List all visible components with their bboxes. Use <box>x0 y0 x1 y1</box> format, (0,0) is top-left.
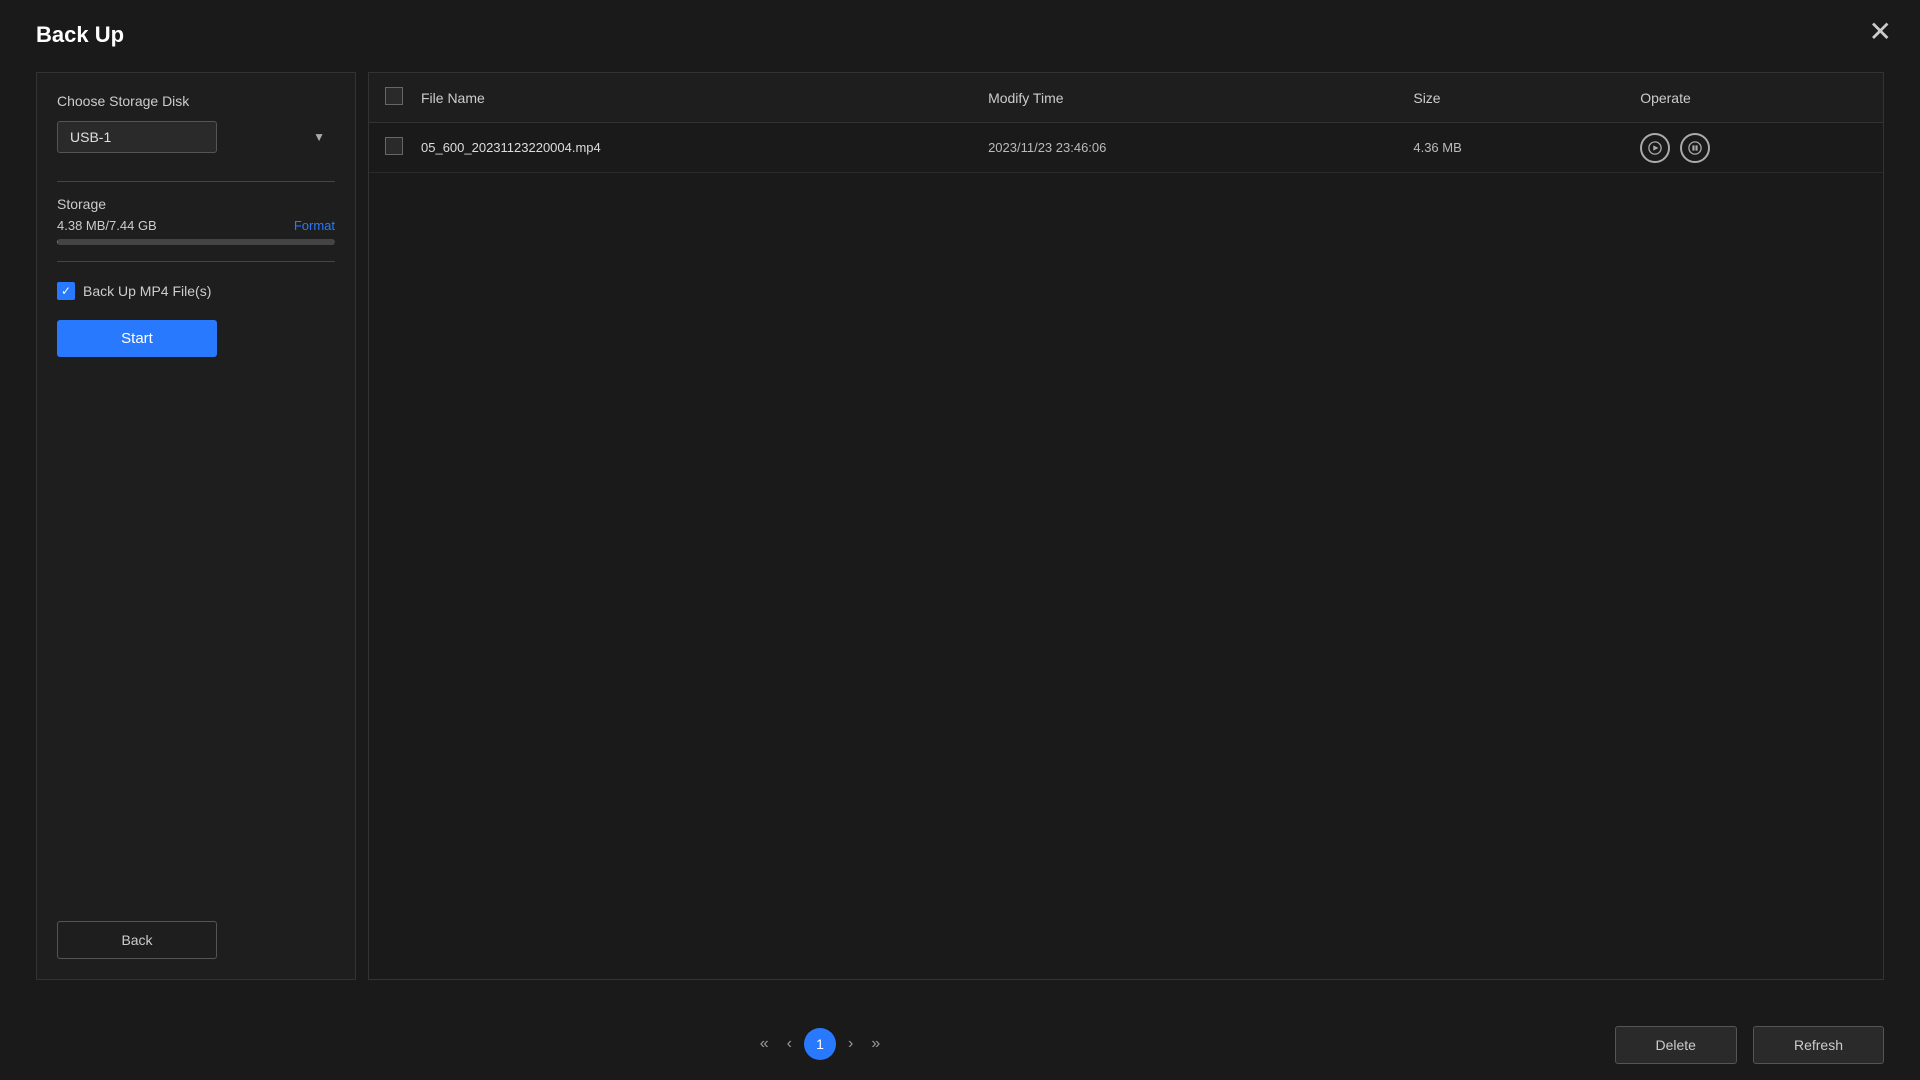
delete-button[interactable]: Delete <box>1615 1026 1737 1064</box>
storage-select[interactable]: USB-1 USB-2 SD Card <box>57 121 217 153</box>
last-page-button[interactable]: » <box>865 1032 886 1056</box>
storage-numbers: 4.38 MB/7.44 GB <box>57 218 157 233</box>
play-button[interactable] <box>1640 133 1670 163</box>
choose-storage-label: Choose Storage Disk <box>57 93 335 109</box>
header-size: Size <box>1413 90 1640 106</box>
storage-bar-background <box>57 239 335 245</box>
backup-checkbox[interactable]: ✓ <box>57 282 75 300</box>
refresh-button[interactable]: Refresh <box>1753 1026 1884 1064</box>
row-check-col <box>385 137 421 158</box>
row-operate <box>1640 133 1867 163</box>
row-size: 4.36 MB <box>1413 140 1640 155</box>
next-page-button[interactable]: › <box>842 1032 859 1056</box>
header-check-col <box>385 87 421 108</box>
backup-checkbox-row: ✓ Back Up MP4 File(s) <box>57 282 335 300</box>
first-page-button[interactable]: « <box>754 1032 775 1056</box>
file-list-panel: File Name Modify Time Size Operate 05_60… <box>368 72 1884 980</box>
prev-page-button[interactable]: ‹ <box>781 1032 798 1056</box>
backup-checkbox-label: Back Up MP4 File(s) <box>83 283 211 299</box>
header-operate: Operate <box>1640 90 1867 106</box>
checkmark-icon: ✓ <box>61 285 71 297</box>
format-link[interactable]: Format <box>294 218 335 233</box>
storage-label: Storage <box>57 196 335 212</box>
storage-info: 4.38 MB/7.44 GB Format <box>57 218 335 233</box>
file-table-header: File Name Modify Time Size Operate <box>369 73 1883 123</box>
divider-2 <box>57 261 335 262</box>
play-icon <box>1648 141 1662 155</box>
start-button[interactable]: Start <box>57 320 217 357</box>
row-modify-time: 2023/11/23 23:46:06 <box>988 140 1413 155</box>
stop-icon <box>1688 141 1702 155</box>
table-row: 05_600_20231123220004.mp4 2023/11/23 23:… <box>369 123 1883 173</box>
back-button[interactable]: Back <box>57 921 217 959</box>
header-checkbox[interactable] <box>385 87 403 105</box>
page-title: Back Up <box>36 22 124 48</box>
action-buttons: Delete Refresh <box>1615 1026 1885 1064</box>
pagination: « ‹ 1 › » <box>754 1028 886 1060</box>
divider-1 <box>57 181 335 182</box>
row-filename: 05_600_20231123220004.mp4 <box>421 140 988 155</box>
left-panel: Choose Storage Disk USB-1 USB-2 SD Card … <box>36 72 356 980</box>
page-1-button[interactable]: 1 <box>804 1028 836 1060</box>
header-modify-time: Modify Time <box>988 90 1413 106</box>
storage-select-wrapper: USB-1 USB-2 SD Card ▼ <box>57 121 335 153</box>
header-filename: File Name <box>421 90 988 106</box>
chevron-down-icon: ▼ <box>313 130 325 144</box>
close-button[interactable]: ✕ <box>1869 18 1892 46</box>
row-checkbox[interactable] <box>385 137 403 155</box>
stop-button[interactable] <box>1680 133 1710 163</box>
